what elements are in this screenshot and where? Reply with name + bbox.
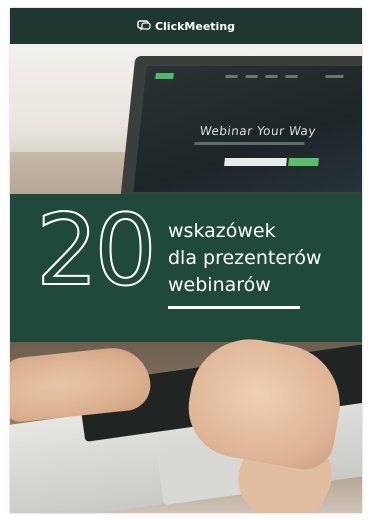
title-line-3: webinarów [168,274,271,296]
screen-nav-menu [225,75,344,78]
brand-bar: ClickMeeting [10,8,362,44]
screen-cta-button [288,158,319,166]
ebook-cover[interactable]: ClickMeeting Webinar Your Way 20 wskazów… [10,8,362,513]
title-line-1: wskazówek [168,220,276,242]
chat-bubble-icon [137,20,151,31]
title-band: 20 wskazówek dla prezenterów webinarów [10,194,362,342]
screen-subtitle [194,142,305,145]
screen-input-field [224,158,287,166]
typing-hands-photo [10,329,362,513]
brand-logo: ClickMeeting [137,20,235,33]
title-line-2: dla prezenterów [168,247,322,269]
title-text: wskazówek dla prezenterów webinarów [168,218,322,299]
laptop-screen: Webinar Your Way [133,66,362,192]
screen-headline: Webinar Your Way [199,124,317,138]
brand-name: ClickMeeting [154,19,236,33]
laptop-photo: Webinar Your Way [10,44,362,196]
title-underline [168,306,300,309]
title-number: 20 [35,194,158,308]
